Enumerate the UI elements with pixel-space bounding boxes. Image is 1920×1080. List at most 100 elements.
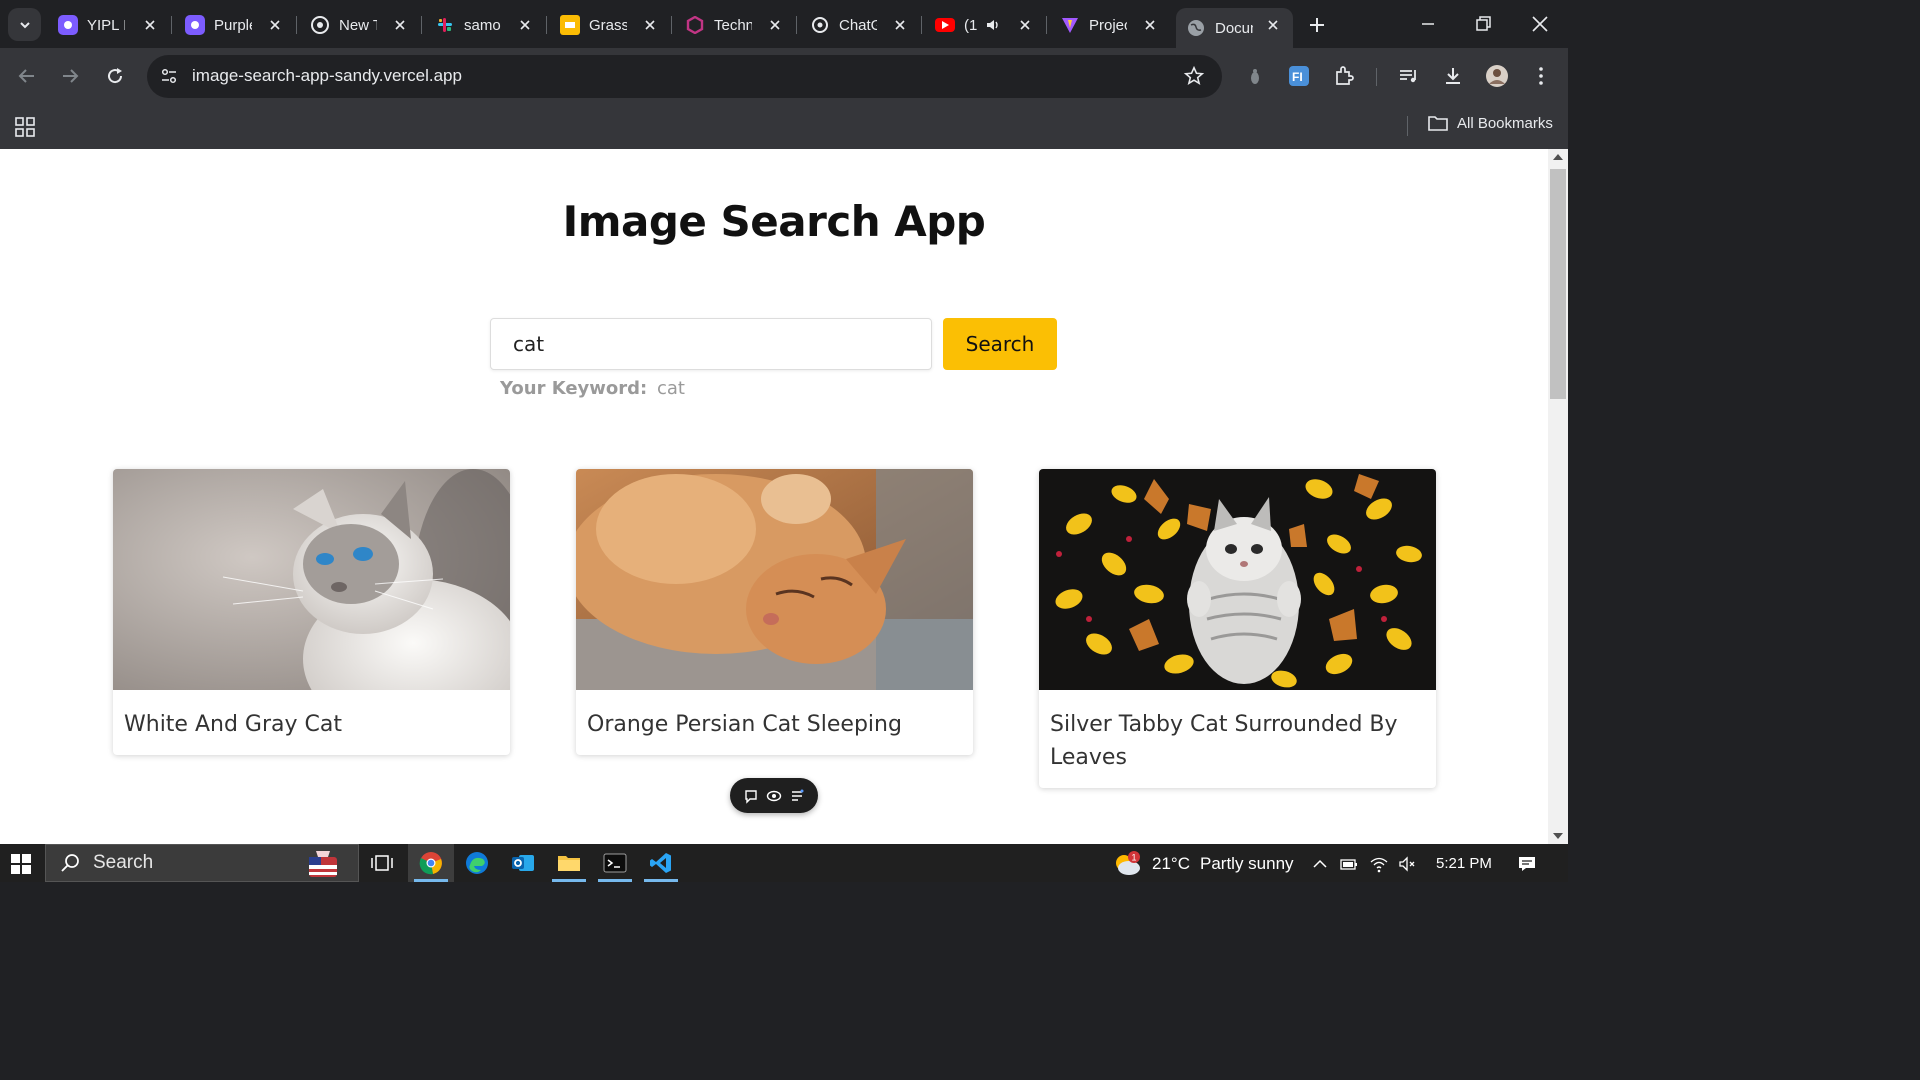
tab-new-tab[interactable]: New Tab	[300, 8, 422, 42]
taskbar-file-explorer[interactable]	[546, 844, 592, 882]
tab-grass[interactable]: Grass	[550, 8, 672, 42]
search-button[interactable]: Search	[943, 318, 1057, 370]
taskbar-terminal[interactable]	[592, 844, 638, 882]
new-tab-plus-icon[interactable]	[1305, 13, 1329, 37]
profile-avatar[interactable]	[1485, 64, 1509, 88]
close-window-icon[interactable]	[1528, 12, 1552, 36]
search-highlight-icon	[309, 851, 337, 877]
edge-icon	[466, 852, 488, 874]
clock-time[interactable]: 5:21 PM	[1436, 855, 1492, 872]
notifications-icon[interactable]	[1518, 855, 1536, 873]
close-icon[interactable]	[392, 17, 408, 33]
tab-project[interactable]: Projec	[1050, 8, 1170, 42]
site-settings-icon[interactable]	[159, 66, 179, 86]
task-view-button[interactable]	[359, 844, 405, 882]
reload-icon[interactable]	[103, 64, 127, 88]
page-title: Image Search App	[562, 197, 986, 246]
youtube-icon	[935, 18, 955, 32]
close-icon[interactable]	[142, 17, 158, 33]
weather-desc[interactable]: Partly sunny	[1200, 854, 1294, 874]
minimize-icon[interactable]	[1416, 12, 1440, 36]
taskbar-search-box[interactable]: Search	[45, 844, 359, 882]
slack-icon	[435, 15, 455, 35]
keyword-label: Your Keyword:	[500, 378, 648, 399]
tab-document-active[interactable]: Docum	[1176, 8, 1293, 48]
wifi-icon[interactable]	[1370, 855, 1388, 873]
tab-strip: YIPL Ir Purple New Tab samo Grass Techn …	[0, 0, 1568, 48]
tab-title: Docum	[1215, 19, 1253, 37]
extension-drop-icon[interactable]	[1243, 64, 1267, 88]
vscode-icon	[650, 853, 671, 873]
download-icon[interactable]	[1441, 64, 1465, 88]
taskbar-vscode[interactable]	[638, 844, 684, 882]
terminal-icon	[603, 853, 627, 873]
close-icon[interactable]	[1017, 17, 1033, 33]
result-image-silver-tabby-leaves[interactable]	[1039, 469, 1436, 690]
all-bookmarks-button[interactable]: All Bookmarks	[1428, 114, 1553, 132]
taskbar-chrome[interactable]	[408, 844, 454, 882]
close-icon[interactable]	[767, 17, 783, 33]
page-scrollbar[interactable]	[1548, 149, 1568, 844]
tab-youtube[interactable]: (1	[925, 8, 1047, 42]
url-text[interactable]: image-search-app-sandy.vercel.app	[192, 66, 462, 86]
list-icon[interactable]	[789, 788, 805, 804]
scrollbar-thumb[interactable]	[1550, 169, 1566, 399]
tab-techn[interactable]: Techn	[675, 8, 797, 42]
volume-muted-icon[interactable]	[1398, 855, 1416, 873]
result-image-white-gray-cat[interactable]	[113, 469, 510, 690]
speaker-icon[interactable]	[985, 17, 1001, 33]
toolbar-divider	[1376, 68, 1377, 86]
result-card[interactable]: Silver Tabby Cat Surrounded By Leaves	[1039, 469, 1436, 788]
extensions-puzzle-icon[interactable]	[1332, 64, 1356, 88]
windows-start-icon[interactable]	[10, 853, 32, 875]
tab-search-button[interactable]	[8, 8, 41, 41]
forward-arrow-icon[interactable]	[58, 64, 82, 88]
floating-toolbar[interactable]	[730, 778, 818, 813]
tab-title: ChatG	[839, 16, 877, 34]
all-bookmarks-label: All Bookmarks	[1457, 114, 1553, 132]
close-icon[interactable]	[267, 17, 283, 33]
weather-temp[interactable]: 21°C	[1152, 854, 1190, 874]
outlook-icon	[512, 855, 534, 871]
weather-icon[interactable]: 1	[1112, 849, 1142, 877]
weather-badge-count: 1	[1132, 853, 1137, 863]
tab-yipl[interactable]: YIPL Ir	[50, 8, 172, 42]
extension-fi-icon[interactable]: FI	[1287, 64, 1311, 88]
media-controls-icon[interactable]	[1397, 64, 1421, 88]
more-menu-icon[interactable]	[1529, 64, 1553, 88]
close-icon[interactable]	[1265, 17, 1281, 33]
hex-logo-icon	[685, 15, 705, 35]
address-bar[interactable]: image-search-app-sandy.vercel.app	[147, 55, 1222, 98]
restore-icon[interactable]	[1471, 12, 1495, 36]
chevron-up-icon[interactable]	[1311, 855, 1329, 873]
back-arrow-icon[interactable]	[15, 64, 39, 88]
scroll-up-arrow-icon[interactable]	[1553, 154, 1563, 160]
tab-divider	[171, 16, 172, 34]
bookmark-star-icon[interactable]	[1183, 65, 1205, 87]
windows-taskbar: Search 1 21°C Partly sunny 5:21 PM	[0, 844, 1568, 882]
eye-icon[interactable]	[766, 788, 782, 804]
result-card[interactable]: Orange Persian Cat Sleeping	[576, 469, 973, 755]
taskbar-outlook[interactable]	[500, 844, 546, 882]
result-card[interactable]: White And Gray Cat	[113, 469, 510, 755]
scroll-down-arrow-icon[interactable]	[1553, 833, 1563, 839]
tab-slack[interactable]: samo	[425, 8, 547, 42]
battery-icon[interactable]	[1340, 855, 1358, 873]
close-icon[interactable]	[892, 17, 908, 33]
tab-divider	[921, 16, 922, 34]
tab-purple[interactable]: Purple	[175, 8, 297, 42]
search-icon	[61, 854, 79, 872]
bookmarks-divider	[1407, 116, 1408, 136]
tab-chatgpt[interactable]: ChatG	[800, 8, 922, 42]
close-icon[interactable]	[642, 17, 658, 33]
tab-title: Techn	[714, 16, 752, 34]
close-icon[interactable]	[1142, 17, 1158, 33]
apps-grid-icon[interactable]	[15, 117, 35, 137]
chrome-icon	[310, 15, 330, 35]
taskbar-edge[interactable]	[454, 844, 500, 882]
taskbar-search-label: Search	[93, 852, 154, 873]
comment-icon[interactable]	[743, 788, 759, 804]
close-icon[interactable]	[517, 17, 533, 33]
result-image-orange-persian-cat[interactable]	[576, 469, 973, 690]
search-input[interactable]	[490, 318, 932, 370]
